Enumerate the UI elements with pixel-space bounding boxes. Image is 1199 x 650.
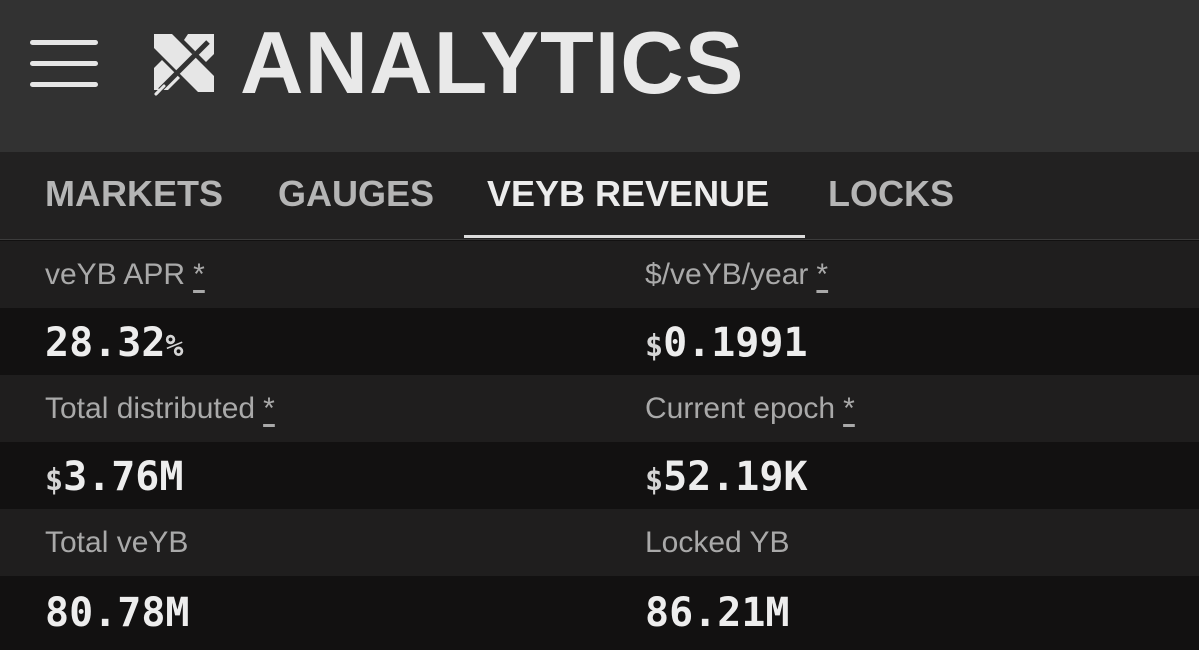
per-veyb-year-info-link[interactable]: * bbox=[816, 258, 828, 291]
stats-value-row: 80.78M 86.21M bbox=[0, 576, 1199, 636]
tab-markets[interactable]: MARKETS bbox=[45, 152, 223, 240]
current-epoch-info-link[interactable]: * bbox=[843, 392, 855, 425]
currency-prefix: $ bbox=[645, 463, 664, 498]
apr-label: veYB APR * bbox=[45, 258, 205, 291]
stats-label-row: Total distributed * Current epoch * bbox=[0, 375, 1199, 442]
total-veyb-value: 80.78M bbox=[45, 590, 190, 636]
total-distributed-label: Total distributed * bbox=[45, 392, 275, 425]
tab-veyb-revenue[interactable]: VEYB REVENUE bbox=[487, 152, 769, 240]
locked-yb-value: 86.21M bbox=[645, 590, 790, 636]
tab-bar: MARKETS GAUGES VEYB REVENUE LOCKS bbox=[0, 152, 1199, 240]
percent-suffix: % bbox=[165, 329, 184, 364]
logo-icon[interactable] bbox=[150, 32, 216, 96]
stats-value-row: 28.32% $0.1991 bbox=[0, 308, 1199, 375]
locked-yb-label: Locked YB bbox=[645, 526, 790, 559]
apr-value: 28.32% bbox=[45, 320, 184, 366]
currency-prefix: $ bbox=[645, 329, 664, 364]
total-distributed-info-link[interactable]: * bbox=[263, 392, 275, 425]
current-epoch-value: $52.19K bbox=[645, 454, 808, 500]
hamburger-menu-icon[interactable] bbox=[30, 40, 98, 88]
apr-info-link[interactable]: * bbox=[193, 258, 205, 291]
per-veyb-year-value: $0.1991 bbox=[645, 320, 808, 366]
stats-label-row: Total veYB Locked YB bbox=[0, 509, 1199, 576]
stats-value-row: $3.76M $52.19K bbox=[0, 442, 1199, 509]
tab-locks[interactable]: LOCKS bbox=[828, 152, 954, 240]
active-tab-indicator bbox=[464, 235, 805, 238]
currency-prefix: $ bbox=[45, 463, 64, 498]
stats-label-row: veYB APR * $/veYB/year * bbox=[0, 241, 1199, 308]
page-title: ANALYTICS bbox=[240, 13, 745, 112]
per-veyb-year-label: $/veYB/year * bbox=[645, 258, 829, 291]
app-header: ANALYTICS bbox=[0, 0, 1199, 152]
total-distributed-value: $3.76M bbox=[45, 454, 184, 500]
current-epoch-label: Current epoch * bbox=[645, 392, 855, 425]
tab-gauges[interactable]: GAUGES bbox=[278, 152, 434, 240]
total-veyb-label: Total veYB bbox=[45, 526, 189, 559]
